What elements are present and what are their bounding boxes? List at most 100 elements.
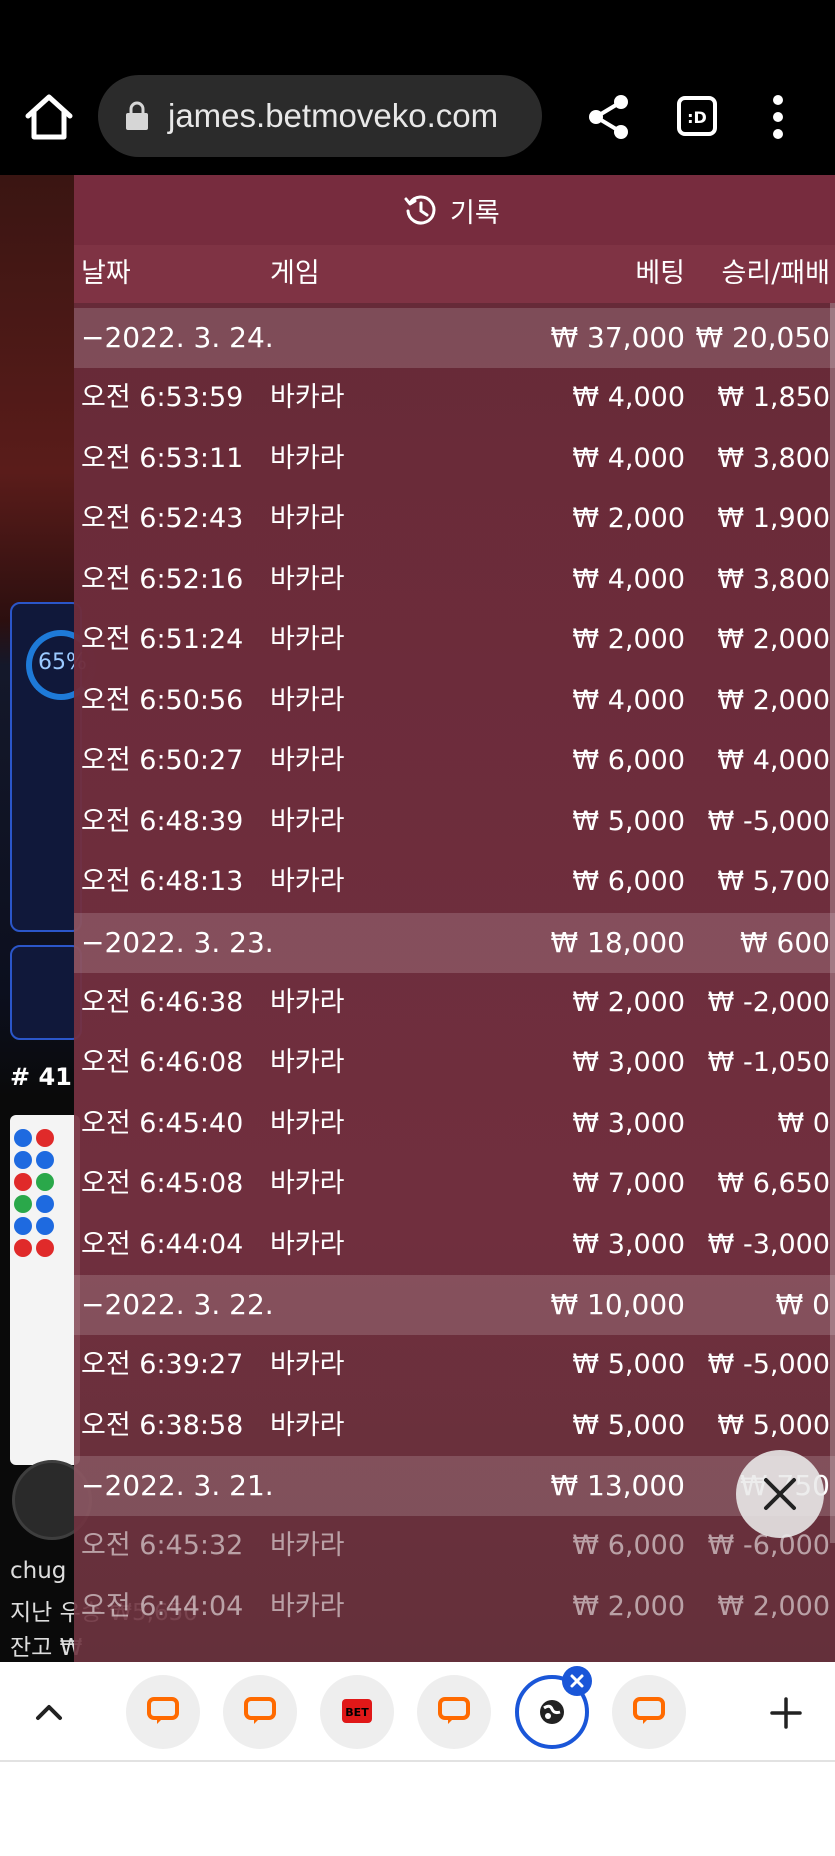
bet-button-panel[interactable]	[10, 945, 82, 1040]
road-dot	[14, 1129, 32, 1147]
tab-switcher-icon[interactable]: :D	[677, 96, 717, 136]
road-dot	[36, 1217, 54, 1235]
tab-chat-3[interactable]	[417, 1675, 491, 1749]
row-game: 바카라	[270, 805, 345, 837]
road-dot	[36, 1151, 54, 1169]
date-group-row[interactable]: −2022. 3. 22. ₩ 10,000 ₩ 0	[74, 1275, 835, 1335]
close-button[interactable]	[736, 1450, 824, 1538]
row-time: 오전 6:53:11	[81, 442, 244, 474]
date-group-row[interactable]: −2022. 3. 23. ₩ 18,000 ₩ 600	[74, 912, 835, 973]
scrollbar[interactable]	[830, 303, 835, 1543]
row-time: 오전 6:52:43	[81, 503, 244, 534]
tab-bet[interactable]: BET	[320, 1675, 394, 1749]
row-time: 오전 6:46:38	[81, 986, 244, 1018]
more-menu-icon[interactable]	[766, 93, 790, 141]
group-bet-total: ₩ 13,000	[550, 1469, 685, 1502]
row-bet: ₩ 5,000	[572, 805, 685, 837]
group-bet-total: ₩ 18,000	[550, 925, 685, 959]
row-bet: ₩ 4,000	[572, 684, 685, 716]
svg-text::D: :D	[687, 108, 707, 127]
bet-icon: BET	[342, 1699, 372, 1723]
row-game: 바카라	[270, 1530, 345, 1561]
history-row[interactable]: 오전 6:45:40 바카라 ₩ 3,000 ₩ 0	[74, 1094, 835, 1155]
history-row[interactable]: 오전 6:48:39 바카라 ₩ 5,000 ₩ -5,000	[74, 792, 835, 853]
row-game: 바카라	[270, 1409, 345, 1441]
road-dot	[14, 1217, 32, 1235]
share-icon[interactable]	[587, 93, 631, 141]
row-win-loss: ₩ 3,800	[717, 442, 830, 474]
group-win-loss-total: ₩ 20,050	[695, 321, 830, 354]
row-game: 바카라	[270, 382, 345, 413]
row-time: 오전 6:51:24	[81, 624, 244, 655]
row-win-loss: ₩ 3,800	[717, 563, 830, 595]
history-row[interactable]: 오전 6:45:08 바카라 ₩ 7,000 ₩ 6,650	[74, 1154, 835, 1215]
row-bet: ₩ 4,000	[572, 563, 685, 595]
row-bet: ₩ 6,000	[572, 745, 685, 776]
row-time: 오전 6:44:04	[81, 1590, 244, 1622]
tab-chat-4[interactable]	[612, 1675, 686, 1749]
row-win-loss: ₩ -5,000	[707, 805, 830, 837]
row-bet: ₩ 5,000	[572, 1349, 685, 1380]
row-bet: ₩ 3,000	[572, 1228, 685, 1260]
row-win-loss: ₩ 5,700	[717, 866, 830, 897]
row-game: 바카라	[270, 624, 345, 655]
chat-bubble-icon	[633, 1697, 665, 1724]
date-group-row[interactable]: −2022. 3. 21.₩ 13,000₩ 750	[74, 1456, 835, 1516]
history-rows: −2022. 3. 24. ₩ 37,000 ₩ 20,050 오전 6:53:59 바…	[74, 308, 835, 1637]
history-row[interactable]: 오전 6:52:16 바카라 ₩ 4,000 ₩ 3,800	[74, 550, 835, 611]
player-name: chug	[10, 1558, 67, 1584]
history-panel: 기록 날짜 게임 베팅 승리/패배 −2022. 3. 24. ₩ 37,000 ₩…	[74, 175, 835, 1662]
row-bet: ₩ 7,000	[572, 1168, 685, 1199]
history-row[interactable]: 오전 6:51:24 바카라 ₩ 2,000 ₩ 2,000	[74, 610, 835, 671]
history-header: 기록	[74, 175, 835, 245]
close-tab-badge[interactable]	[562, 1666, 592, 1696]
group-win-loss-total: ₩ 0	[775, 1288, 830, 1321]
new-tab-plus-icon[interactable]	[770, 1697, 802, 1729]
road-map-grid	[10, 1115, 80, 1465]
tab-chat-1[interactable]	[126, 1675, 200, 1749]
row-game: 바카라	[270, 745, 345, 776]
row-win-loss: ₩ 1,850	[717, 382, 830, 413]
row-game: 바카라	[270, 1168, 345, 1199]
history-row[interactable]: 오전 6:44:04 바카라 ₩ 2,000 ₩ 2,000	[74, 1577, 835, 1638]
row-time: 오전 6:48:39	[81, 805, 244, 837]
history-row[interactable]: 오전 6:52:43 바카라 ₩ 2,000 ₩ 1,900	[74, 489, 835, 550]
row-time: 오전 6:52:16	[81, 563, 244, 595]
address-bar[interactable]: james.betmoveko.com	[98, 75, 542, 157]
row-win-loss: ₩ 2,000	[717, 684, 830, 716]
row-bet: ₩ 6,000	[572, 866, 685, 897]
row-game: 바카라	[270, 503, 345, 534]
date-group-row[interactable]: −2022. 3. 24. ₩ 37,000 ₩ 20,050	[74, 308, 835, 368]
history-row[interactable]: 오전 6:53:59 바카라 ₩ 4,000 ₩ 1,850	[74, 368, 835, 429]
history-row[interactable]: 오전 6:50:27 바카라 ₩ 6,000 ₩ 4,000	[74, 731, 835, 792]
round-number: # 41	[10, 1063, 72, 1091]
road-dot	[36, 1195, 54, 1213]
road-dot	[14, 1195, 32, 1213]
home-icon[interactable]	[22, 90, 76, 144]
row-game: 바카라	[270, 1228, 345, 1260]
group-bet-total: ₩ 37,000	[550, 321, 685, 354]
history-row[interactable]: 오전 6:53:11 바카라 ₩ 4,000 ₩ 3,800	[74, 429, 835, 490]
history-row[interactable]: 오전 6:45:32 바카라 ₩ 6,000 ₩ -6,000	[74, 1516, 835, 1577]
history-clock-icon	[404, 195, 436, 225]
row-bet: ₩ 3,000	[572, 1107, 685, 1139]
road-dot	[14, 1151, 32, 1169]
chevron-up-icon[interactable]	[34, 1692, 64, 1732]
row-bet: ₩ 4,000	[572, 382, 685, 413]
history-row[interactable]: 오전 6:48:13 바카라 ₩ 6,000 ₩ 5,700	[74, 852, 835, 913]
row-win-loss: ₩ 2,000	[717, 1590, 830, 1622]
road-dot	[36, 1173, 54, 1191]
history-row[interactable]: 오전 6:44:04 바카라 ₩ 3,000 ₩ -3,000	[74, 1215, 835, 1276]
history-row[interactable]: 오전 6:39:27 바카라 ₩ 5,000 ₩ -5,000	[74, 1335, 835, 1396]
tab-chat-2[interactable]	[223, 1675, 297, 1749]
row-time: 오전 6:45:32	[81, 1530, 244, 1561]
road-dot	[14, 1173, 32, 1191]
history-row[interactable]: 오전 6:50:56 바카라 ₩ 4,000 ₩ 2,000	[74, 671, 835, 732]
row-win-loss: ₩ -3,000	[707, 1228, 830, 1260]
history-row[interactable]: 오전 6:38:58 바카라 ₩ 5,000 ₩ 5,000	[74, 1396, 835, 1457]
column-game: 게임	[270, 258, 320, 289]
column-bet: 베팅	[635, 258, 685, 289]
balance-text: 잔고 ₩	[10, 1635, 83, 1661]
history-row[interactable]: 오전 6:46:38 바카라 ₩ 2,000 ₩ -2,000	[74, 973, 835, 1034]
history-row[interactable]: 오전 6:46:08 바카라 ₩ 3,000 ₩ -1,050	[74, 1033, 835, 1094]
